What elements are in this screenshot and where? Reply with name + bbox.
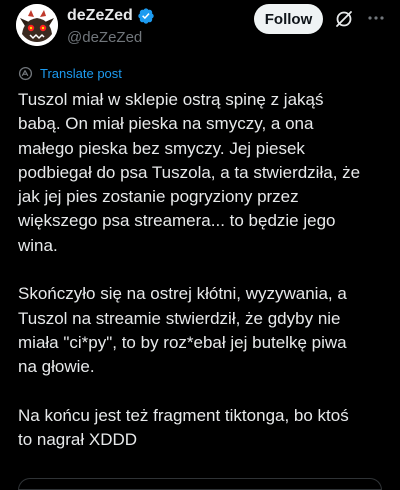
translate-post-label[interactable]: Translate post — [40, 66, 122, 81]
avatar[interactable] — [16, 4, 58, 46]
red-eyed-creature-avatar-icon — [16, 4, 58, 46]
media-preview[interactable] — [18, 478, 382, 490]
translate-globe-icon — [18, 66, 33, 81]
post-paragraph: Na końcu jest też fragment tiktonga, bo … — [18, 405, 349, 450]
author-handle[interactable]: @deZeZed — [67, 29, 142, 46]
post-paragraph: Tuszol miał w sklepie ostrą spinę z jaką… — [18, 90, 361, 255]
post-container: deZeZed @deZeZed Follow Translate post T… — [0, 0, 400, 490]
follow-button[interactable]: Follow — [254, 4, 323, 34]
grok-icon[interactable] — [334, 9, 354, 29]
author-display-name[interactable]: deZeZed — [67, 7, 133, 25]
author-name-row: deZeZed — [67, 7, 155, 25]
post-body: Tuszol miał w sklepie ostrą spinę z jaką… — [18, 88, 390, 477]
more-dots-icon[interactable] — [366, 8, 386, 28]
post-paragraph: Skończyło się na ostrej kłótni, wyzywani… — [18, 284, 347, 377]
verified-badge-icon[interactable] — [137, 7, 155, 25]
translate-post-link[interactable]: Translate post — [18, 66, 122, 81]
